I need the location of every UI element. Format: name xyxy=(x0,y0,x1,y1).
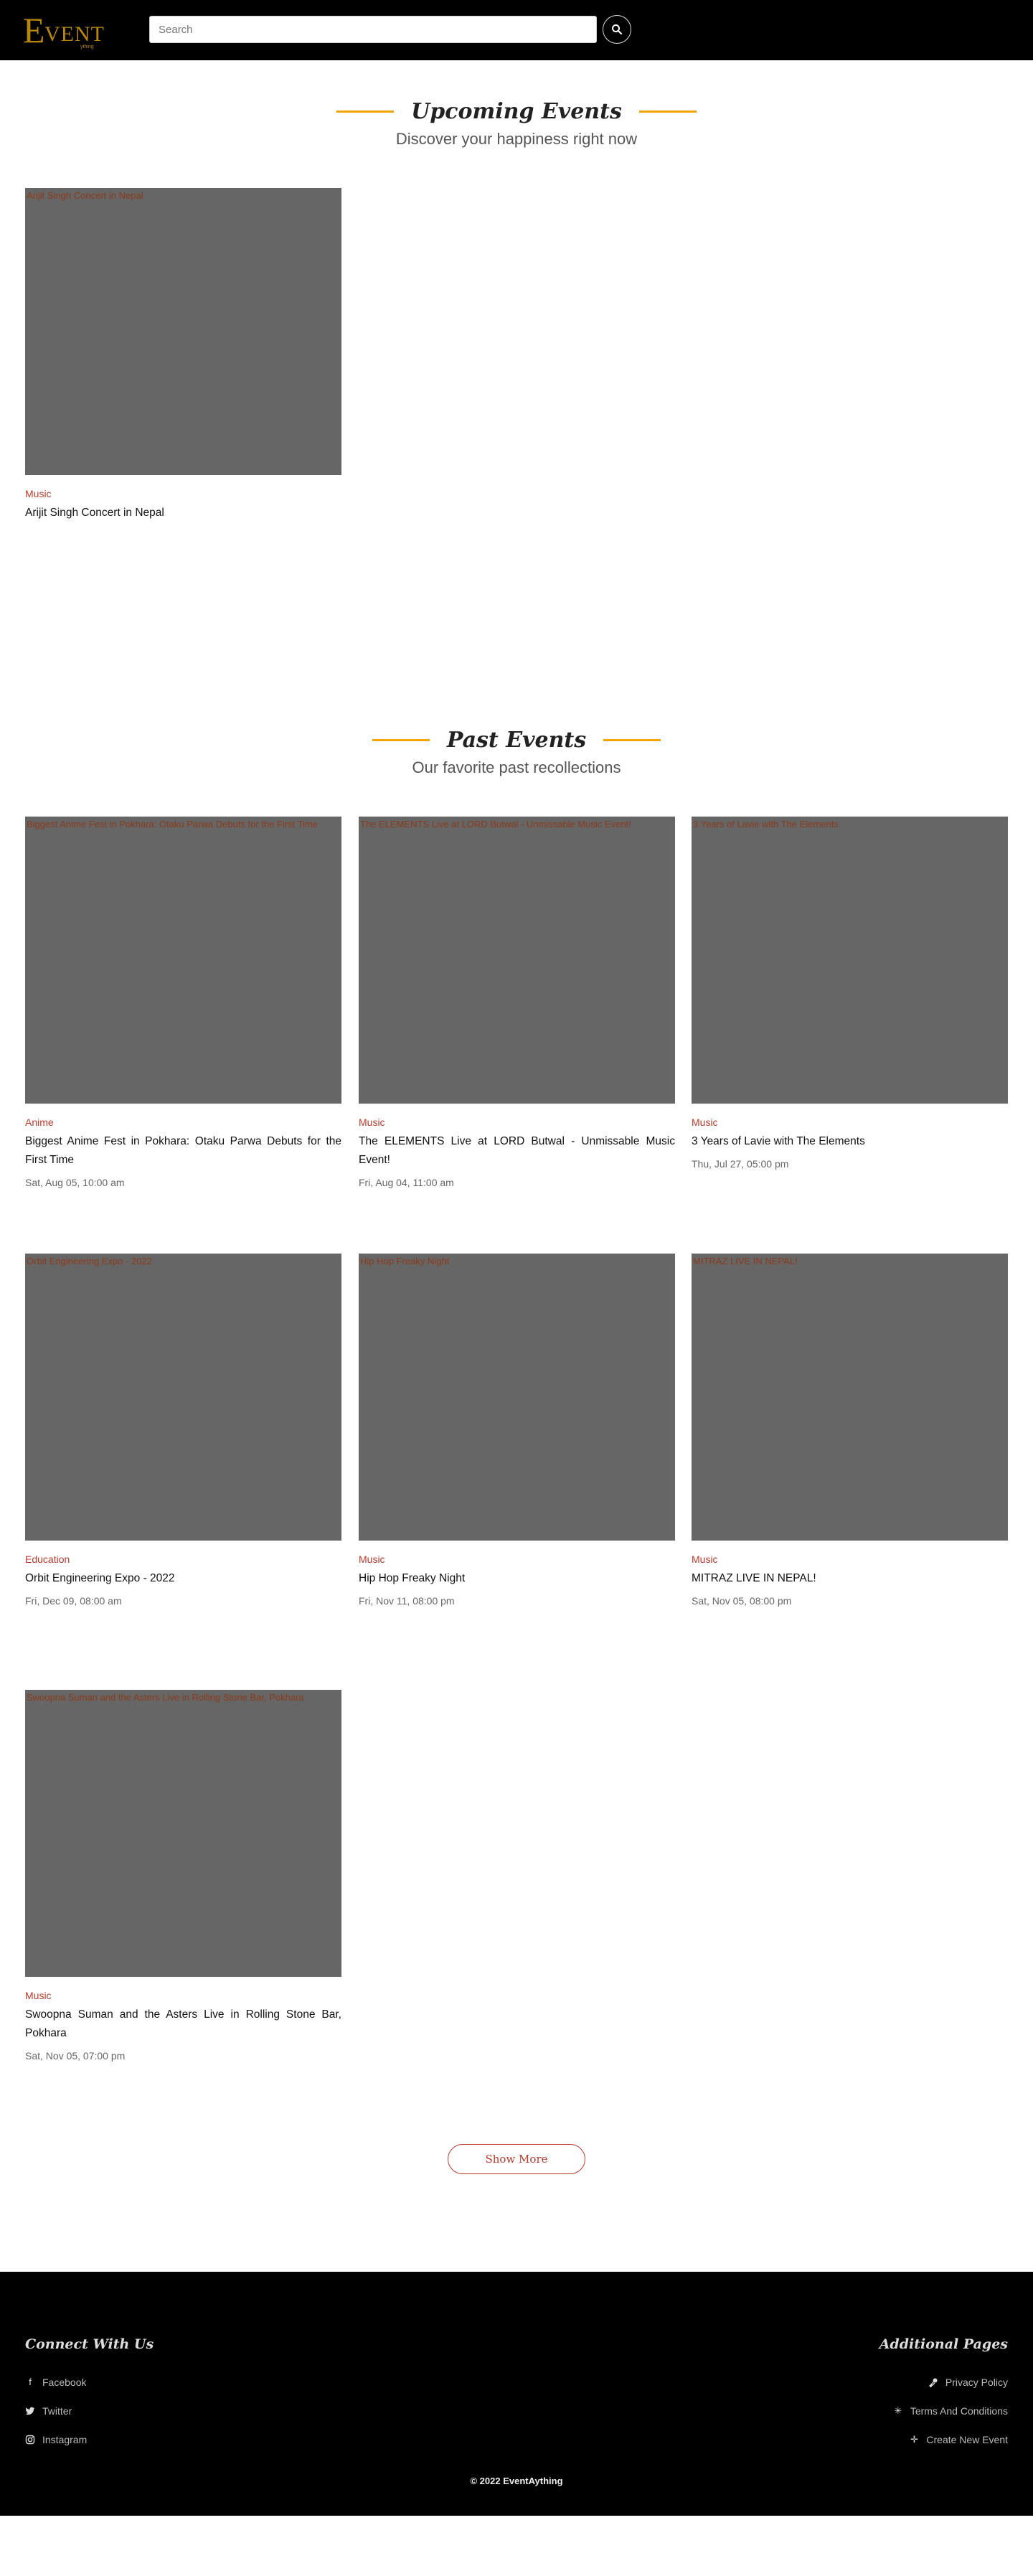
terms-link[interactable]: ✳ Terms And Conditions xyxy=(893,2405,1008,2417)
additional-pages-heading: Additional Pages xyxy=(879,2336,1008,2352)
upcoming-section-header: Upcoming Events Discover your happiness … xyxy=(0,99,1033,149)
event-image-alt: Orbit Engineering Expo - 2022 xyxy=(27,1256,152,1266)
event-image-alt: Biggest Anime Fest in Pokhara: Otaku Par… xyxy=(27,819,319,829)
event-image[interactable]: Swoopna Suman and the Asters Live in Rol… xyxy=(25,1690,341,1977)
event-image[interactable]: Arijit Singh Concert in Nepal xyxy=(25,188,341,475)
event-category: Music xyxy=(692,1553,718,1565)
event-title[interactable]: The ELEMENTS Live at LORD Butwal - Unmis… xyxy=(359,1132,675,1170)
event-date: Fri, Dec 09, 08:00 am xyxy=(25,1595,122,1607)
terms-label: Terms And Conditions xyxy=(910,2405,1008,2417)
asterisk-icon: ✳ xyxy=(894,2405,902,2416)
upcoming-title: Upcoming Events xyxy=(411,99,622,124)
key-icon xyxy=(928,2378,938,2387)
event-date: Fri, Nov 11, 08:00 pm xyxy=(359,1595,455,1607)
instagram-link[interactable]: Instagram xyxy=(25,2434,87,2445)
event-date: Sat, Nov 05, 08:00 pm xyxy=(692,1595,792,1607)
privacy-policy-link[interactable]: Privacy Policy xyxy=(928,2377,1008,2388)
event-date: Fri, Aug 04, 11:00 am xyxy=(359,1177,454,1188)
show-more-button[interactable]: Show More xyxy=(448,2144,585,2174)
event-image-alt: Swoopna Suman and the Asters Live in Rol… xyxy=(27,1692,304,1703)
event-category: Education xyxy=(25,1553,70,1565)
event-title[interactable]: Orbit Engineering Expo - 2022 xyxy=(25,1569,341,1588)
event-card[interactable]: Swoopna Suman and the Asters Live in Rol… xyxy=(25,1690,341,2062)
past-subtitle: Our favorite past recollections xyxy=(412,758,621,776)
event-title[interactable]: Biggest Anime Fest in Pokhara: Otaku Par… xyxy=(25,1132,341,1170)
heading-accent-line xyxy=(638,111,697,113)
facebook-icon: f xyxy=(29,2377,32,2387)
connect-heading: Connect With Us xyxy=(25,2336,154,2352)
logo-tagline: ything xyxy=(80,44,94,50)
event-card[interactable]: Biggest Anime Fest in Pokhara: Otaku Par… xyxy=(25,817,341,1188)
event-title[interactable]: Swoopna Suman and the Asters Live in Rol… xyxy=(25,2006,341,2043)
event-image-alt: Arijit Singh Concert in Nepal xyxy=(27,190,143,201)
event-card[interactable]: MITRAZ LIVE IN NEPAL! Music MITRAZ LIVE … xyxy=(692,1254,1008,1607)
search-button[interactable] xyxy=(603,15,631,44)
event-card[interactable]: Hip Hop Freaky Night Music Hip Hop Freak… xyxy=(359,1254,675,1607)
event-title[interactable]: 3 Years of Lavie with The Elements xyxy=(692,1132,1008,1151)
event-title[interactable]: Hip Hop Freaky Night xyxy=(359,1569,675,1588)
twitter-label: Twitter xyxy=(42,2405,72,2417)
event-category: Music xyxy=(692,1117,718,1128)
logo-text: VENT xyxy=(44,22,105,46)
site-footer: Connect With Us f Facebook Twitter Insta… xyxy=(0,2272,1033,2516)
event-image[interactable]: Orbit Engineering Expo - 2022 xyxy=(25,1254,341,1541)
event-title[interactable]: MITRAZ LIVE IN NEPAL! xyxy=(692,1569,1008,1588)
event-image[interactable]: MITRAZ LIVE IN NEPAL! xyxy=(692,1254,1008,1541)
heading-accent-line xyxy=(336,111,395,113)
event-date: Sat, Aug 05, 10:00 am xyxy=(25,1177,125,1188)
event-image-alt: 3 Years of Lavie with The Elements xyxy=(693,819,839,829)
event-date: Sat, Nov 05, 07:00 pm xyxy=(25,2050,126,2062)
plus-icon: ✛ xyxy=(910,2434,918,2445)
event-category: Music xyxy=(25,488,52,499)
event-category: Anime xyxy=(25,1117,54,1128)
event-card[interactable]: The ELEMENTS Live at LORD Butwal - Unmis… xyxy=(359,817,675,1188)
search-input[interactable] xyxy=(149,16,597,43)
past-title: Past Events xyxy=(446,728,587,753)
event-card[interactable]: Arijit Singh Concert in Nepal Music Arij… xyxy=(25,188,341,522)
event-title[interactable]: Arijit Singh Concert in Nepal xyxy=(25,504,341,522)
twitter-link[interactable]: Twitter xyxy=(25,2405,72,2417)
twitter-icon xyxy=(25,2407,35,2415)
event-image-alt: Hip Hop Freaky Night xyxy=(360,1256,450,1266)
instagram-label: Instagram xyxy=(42,2434,88,2445)
event-date: Thu, Jul 27, 05:00 pm xyxy=(692,1158,789,1170)
event-image[interactable]: 3 Years of Lavie with The Elements xyxy=(692,817,1008,1104)
site-logo[interactable]: E VENT ything xyxy=(23,9,109,52)
logo-letter: E xyxy=(23,10,45,50)
facebook-link[interactable]: f Facebook xyxy=(25,2377,86,2388)
past-section-header: Past Events Our favorite past recollecti… xyxy=(0,728,1033,777)
facebook-label: Facebook xyxy=(42,2377,87,2388)
top-navbar: E VENT ything xyxy=(0,0,1033,60)
event-image-alt: The ELEMENTS Live at LORD Butwal - Unmis… xyxy=(360,819,631,829)
upcoming-subtitle: Discover your happiness right now xyxy=(395,130,638,148)
heading-accent-line xyxy=(603,739,661,741)
create-event-label: Create New Event xyxy=(926,2434,1008,2445)
event-card[interactable]: Orbit Engineering Expo - 2022 Education … xyxy=(25,1254,341,1607)
heading-accent-line xyxy=(372,739,430,741)
event-category: Music xyxy=(359,1117,385,1128)
create-event-link[interactable]: ✛ Create New Event xyxy=(909,2434,1008,2445)
event-image[interactable]: Hip Hop Freaky Night xyxy=(359,1254,675,1541)
event-image[interactable]: Biggest Anime Fest in Pokhara: Otaku Par… xyxy=(25,817,341,1104)
event-card[interactable]: 3 Years of Lavie with The Elements Music… xyxy=(692,817,1008,1170)
event-category: Music xyxy=(359,1553,385,1565)
event-image[interactable]: The ELEMENTS Live at LORD Butwal - Unmis… xyxy=(359,817,675,1104)
instagram-icon xyxy=(25,2435,35,2445)
privacy-policy-label: Privacy Policy xyxy=(945,2377,1008,2388)
search-icon xyxy=(612,24,623,35)
event-image-alt: MITRAZ LIVE IN NEPAL! xyxy=(693,1256,798,1266)
event-category: Music xyxy=(25,1990,52,2001)
